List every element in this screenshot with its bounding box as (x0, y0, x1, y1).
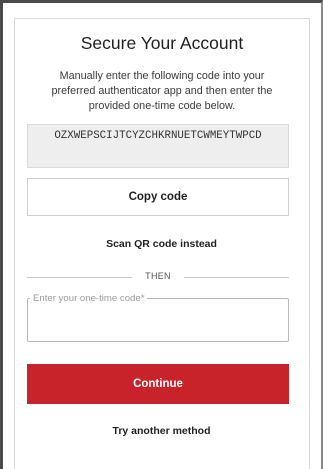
divider-line-right (184, 277, 289, 278)
continue-button[interactable]: Continue (27, 364, 289, 404)
instructions-text: Manually enter the following code into y… (51, 70, 273, 112)
scan-qr-link[interactable]: Scan QR code instead (0, 238, 323, 250)
otp-field-label: Enter your one-time code* (30, 293, 148, 305)
copy-code-button[interactable]: Copy code (27, 178, 289, 216)
divider-text: THEN (145, 271, 171, 281)
divider: THEN (27, 271, 289, 285)
otp-field: Enter your one-time code* (27, 293, 289, 342)
page-title: Secure Your Account (80, 33, 244, 53)
try-another-method-link[interactable]: Try another method (0, 425, 323, 437)
secret-code-display: OZXWEPSCIJTCYZCHKRNUETCWMEYTWPCD (27, 124, 289, 168)
otp-input[interactable] (34, 311, 282, 337)
